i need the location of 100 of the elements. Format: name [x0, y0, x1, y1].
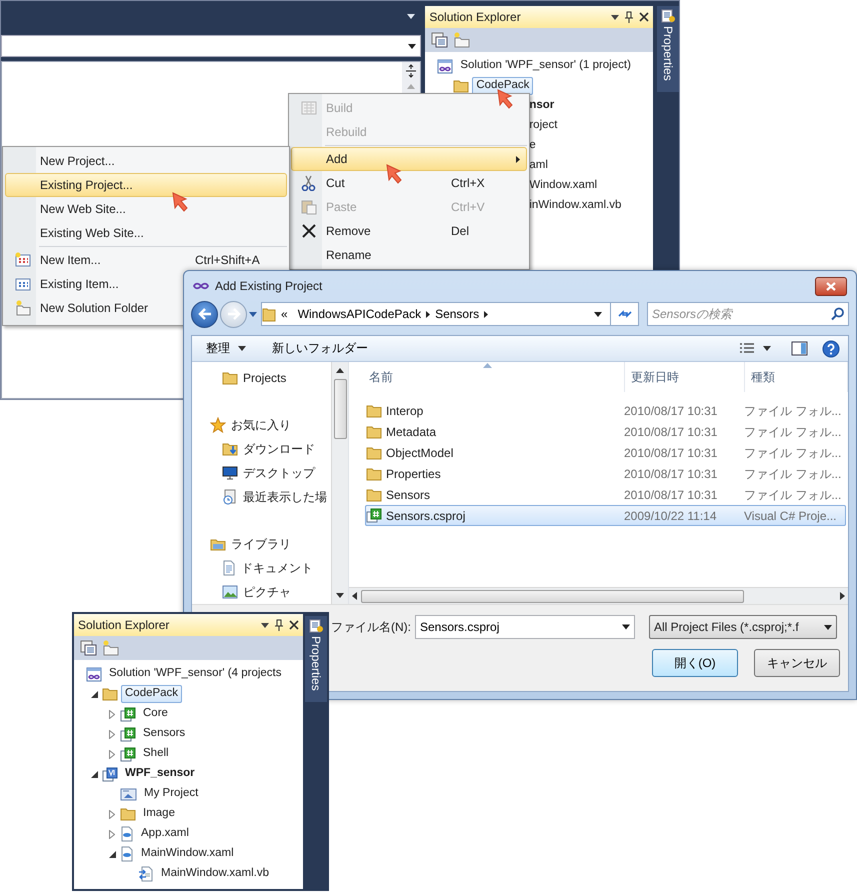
tree-item[interactable]: nsor	[529, 99, 554, 113]
scroll-thumb[interactable]	[361, 590, 744, 603]
breadcrumb-item[interactable]: WindowsAPICodePack	[292, 306, 426, 322]
expanded-arrow-icon[interactable]	[90, 770, 98, 778]
close-icon[interactable]	[639, 12, 649, 22]
tree-item[interactable]: Core	[139, 705, 172, 723]
menu-item[interactable]: New Item... Ctrl+Shift+A	[5, 248, 287, 272]
file-type-dropdown[interactable]: All Project Files (*.csproj;*.f	[649, 615, 837, 640]
nav-item[interactable]: ドキュメント	[192, 556, 331, 580]
tree-item[interactable]: Solution 'WPF_sensor' (4 projects	[105, 665, 286, 683]
tree-item[interactable]: Sensors	[139, 725, 190, 743]
nav-item[interactable]: ピクチャ	[192, 580, 331, 604]
column-header[interactable]: 名前	[349, 362, 625, 392]
search-field[interactable]: Sensorsの検索	[647, 302, 849, 326]
scroll-down-icon[interactable]	[336, 593, 344, 598]
nav-item[interactable]: Projects	[192, 366, 331, 390]
column-header[interactable]: 更新日時	[625, 362, 745, 392]
file-row[interactable]: Metadata 2010/08/17 10:31 ファイル フォル...	[365, 421, 846, 442]
nav-item[interactable]: ライブラリ	[192, 532, 331, 556]
expanded-arrow-icon[interactable]	[90, 690, 98, 698]
file-row[interactable]: Sensors.csproj 2009/10/22 11:14 Visual C# Proje...	[365, 505, 846, 526]
scroll-right-icon[interactable]	[840, 592, 845, 600]
menu-item[interactable]: New Web Site...	[5, 197, 287, 221]
nav-item[interactable]: デスクトップ	[192, 461, 331, 486]
breadcrumb-overflow[interactable]: «	[276, 306, 293, 322]
horizontal-scrollbar[interactable]	[349, 587, 848, 604]
tree-item[interactable]: App.xaml	[137, 825, 193, 843]
menu-item[interactable]: Existing Web Site...	[5, 221, 287, 245]
collapsed-arrow-icon[interactable]	[109, 710, 115, 718]
dropdown-caret-icon	[611, 14, 619, 20]
tree-item[interactable]: My Project	[140, 785, 202, 803]
scroll-left-icon[interactable]	[352, 592, 357, 600]
help-icon[interactable]	[822, 340, 840, 358]
collapsed-arrow-icon[interactable]	[109, 810, 115, 818]
address-bar[interactable]: « WindowsAPICodePack Sensors	[261, 302, 639, 326]
collapsed-arrow-icon[interactable]	[109, 730, 115, 738]
menu-item[interactable]: Rename	[291, 243, 527, 267]
submenu-arrow-icon	[516, 156, 520, 162]
file-type: ファイル フォル...	[744, 404, 842, 418]
open-button[interactable]: 開く(O)	[652, 649, 738, 678]
cancel-button[interactable]: キャンセル	[754, 649, 840, 678]
file-row[interactable]: Properties 2010/08/17 10:31 ファイル フォル...	[365, 463, 846, 484]
tree-item[interactable]: Image	[139, 805, 179, 823]
tree-item[interactable]: Solution 'WPF_sensor' (1 project)	[456, 57, 635, 75]
properties-list-icon[interactable]	[431, 32, 448, 48]
code-file-icon	[138, 866, 154, 882]
menu-item[interactable]: Existing Project...	[5, 173, 287, 197]
scroll-thumb[interactable]	[334, 379, 346, 440]
nav-item[interactable]: 最近表示した場	[192, 485, 331, 510]
organize-menu[interactable]: 整理	[200, 339, 252, 358]
tree-item[interactable]: MainWindow.xaml	[137, 845, 238, 863]
pin-icon[interactable]	[625, 11, 633, 23]
build-grid-icon	[301, 100, 317, 116]
vb-project-icon	[102, 766, 118, 782]
vertical-scrollbar[interactable]	[331, 362, 348, 604]
properties-tab[interactable]: Properties	[657, 6, 679, 92]
close-icon[interactable]	[289, 620, 299, 630]
breadcrumb-item[interactable]: Sensors	[430, 306, 484, 322]
chevron-icon[interactable]	[484, 310, 488, 318]
properties-tab[interactable]: Properties	[305, 616, 327, 702]
tree-item[interactable]: roject	[529, 119, 558, 133]
tree-item[interactable]: inWindow.xaml.vb	[529, 199, 622, 213]
file-row[interactable]: Sensors 2010/08/17 10:31 ファイル フォル...	[365, 484, 846, 506]
tree-item[interactable]: e	[529, 139, 536, 153]
properties-list-icon[interactable]	[80, 640, 97, 656]
pin-icon[interactable]	[275, 619, 283, 631]
splitter-icon[interactable]	[405, 64, 418, 78]
panel-title: Solution Explorer	[78, 618, 170, 632]
nav-item[interactable]: ダウンロード	[192, 437, 331, 462]
column-header[interactable]: 種類	[745, 362, 848, 392]
menu-item[interactable]: Cut Ctrl+X	[291, 171, 527, 195]
xaml-file-icon	[120, 826, 134, 842]
scroll-up-icon[interactable]	[336, 368, 344, 374]
collapsed-arrow-icon[interactable]	[109, 830, 115, 838]
collapsed-arrow-icon[interactable]	[109, 750, 115, 758]
nav-item[interactable]: お気に入り	[192, 413, 331, 438]
menu-item[interactable]: New Project...	[5, 149, 287, 173]
new-folder-button[interactable]: 新しいフォルダー	[266, 339, 374, 358]
preview-pane-icon[interactable]	[791, 341, 808, 356]
back-button[interactable]	[191, 300, 218, 328]
file-date: 2010/08/17 10:31	[624, 488, 718, 502]
tree-item[interactable]: Window.xaml	[529, 179, 598, 193]
tree-item[interactable]: aml	[529, 159, 548, 173]
file-row[interactable]: ObjectModel 2010/08/17 10:31 ファイル フォル...	[365, 442, 846, 464]
tree-item[interactable]: CodePack	[121, 685, 182, 703]
file-name-field[interactable]: Sensors.csproj	[415, 615, 635, 640]
new-folder-icon[interactable]	[453, 32, 470, 48]
dropdown-caret-icon	[594, 312, 602, 316]
file-name-label: ファイル名(N):	[331, 620, 411, 634]
tree-item[interactable]: MainWindow.xaml.vb	[157, 865, 274, 883]
menu-item[interactable]: Remove Del	[291, 219, 527, 243]
tree-item[interactable]: Shell	[139, 745, 173, 763]
chevron-icon[interactable]	[426, 310, 430, 318]
menu-item[interactable]: Add	[291, 147, 527, 171]
file-type: ファイル フォル...	[744, 446, 842, 460]
file-row[interactable]: Interop 2010/08/17 10:31 ファイル フォル...	[365, 400, 846, 422]
tree-item[interactable]: WPF_sensor	[121, 765, 199, 783]
new-folder-icon[interactable]	[102, 640, 119, 656]
close-button[interactable]	[815, 276, 847, 296]
expanded-arrow-icon[interactable]	[108, 850, 116, 858]
